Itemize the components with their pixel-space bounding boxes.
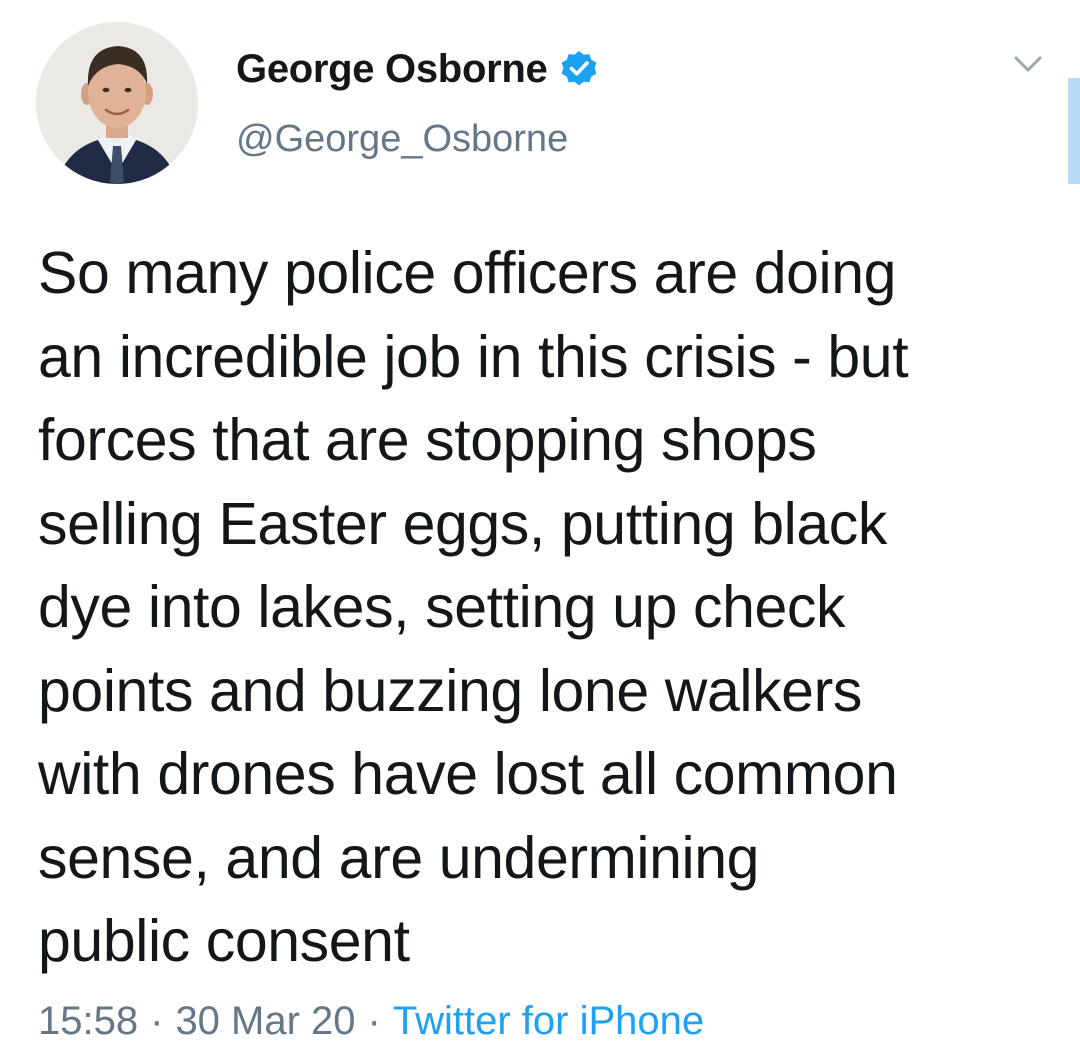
- chevron-down-icon[interactable]: [1008, 50, 1048, 80]
- tweet-meta: 15:58 · 30 Mar 20 · Twitter for iPhone: [38, 993, 704, 1049]
- tweet-time[interactable]: 15:58: [38, 999, 138, 1044]
- display-name[interactable]: George Osborne: [236, 47, 548, 92]
- avatar[interactable]: [36, 22, 198, 184]
- tweet-line: points and buzzing lone walkers: [38, 657, 862, 724]
- tweet-line: public consent: [38, 908, 410, 974]
- tweet-line: with drones have lost all common: [38, 741, 898, 807]
- tweet-line: forces that are stopping shops: [38, 407, 817, 473]
- avatar-photo: [36, 22, 198, 184]
- verified-badge-icon: [559, 49, 599, 89]
- tweet-date[interactable]: 30 Mar 20: [175, 999, 355, 1044]
- user-handle[interactable]: @George_Osborne: [236, 118, 568, 161]
- meta-separator: ·: [150, 998, 164, 1043]
- tweet-line: sense, and are undermining: [38, 824, 760, 891]
- scrollbar[interactable]: [1068, 78, 1080, 184]
- meta-separator: ·: [367, 998, 381, 1043]
- tweet-source-link[interactable]: Twitter for iPhone: [393, 999, 704, 1044]
- tweet-line: dye into lakes, setting up check: [38, 574, 846, 640]
- tweet-line: an incredible job in this crisis - but: [38, 323, 909, 390]
- tweet-line: So many police officers are doing: [38, 240, 897, 306]
- name-row: George Osborne: [236, 42, 599, 96]
- tweet-text: So many police officers are doing an inc…: [38, 232, 1048, 984]
- tweet-line: selling Easter eggs, putting black: [38, 490, 887, 557]
